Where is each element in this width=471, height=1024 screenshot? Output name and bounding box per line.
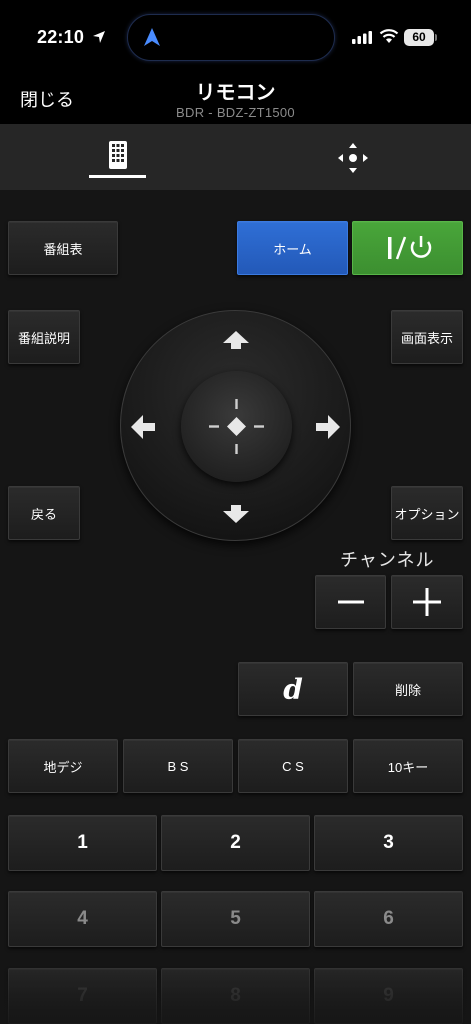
numpad-key-9[interactable]: 9	[314, 968, 463, 1024]
dynamic-island[interactable]	[127, 14, 335, 61]
cs-button[interactable]: C S	[238, 739, 348, 793]
d-button[interactable]: d	[238, 662, 348, 716]
terrestrial-label: 地デジ	[43, 759, 83, 775]
remote-grid-icon	[109, 141, 127, 169]
location-arrow-icon	[93, 31, 105, 43]
dpad-enter-button[interactable]	[181, 371, 292, 482]
dpad	[120, 310, 351, 541]
numpad-key-label: 1	[77, 832, 88, 853]
numpad-key-2[interactable]: 2	[161, 815, 310, 871]
back-label: 戻る	[30, 506, 57, 522]
dpad-up-arrow-icon[interactable]	[221, 329, 251, 353]
epg-label: 番組表	[43, 241, 83, 257]
power-icon	[387, 236, 431, 260]
dpad-down-arrow-icon[interactable]	[221, 501, 251, 525]
status-bar: 22:10 60	[0, 0, 471, 76]
plus-icon	[413, 588, 441, 616]
back-button[interactable]: 戻る	[8, 486, 80, 540]
numpad-key-5[interactable]: 5	[161, 891, 310, 947]
channel-minus-button[interactable]	[315, 575, 386, 629]
numpad-key-6[interactable]: 6	[314, 891, 463, 947]
numpad-key-3[interactable]: 3	[314, 815, 463, 871]
wifi-icon	[379, 29, 399, 43]
ten-key-label: 10キー	[387, 759, 429, 775]
numpad-key-label: 3	[383, 832, 394, 853]
epg-button[interactable]: 番組表	[8, 221, 118, 275]
status-time: 22:10	[37, 27, 85, 47]
navigation-arrow-icon	[144, 28, 160, 46]
options-button[interactable]: オプション	[391, 486, 463, 540]
dpad-right-arrow-icon[interactable]	[314, 414, 342, 440]
tab-remote[interactable]	[58, 124, 178, 190]
battery-tip	[435, 34, 437, 41]
minus-icon	[337, 600, 364, 604]
home-button[interactable]: ホーム	[237, 221, 348, 275]
display-button[interactable]: 画面表示	[391, 310, 463, 364]
tab-bar	[0, 124, 471, 190]
dpad-left-arrow-icon[interactable]	[129, 414, 157, 440]
header: 閉じる リモコン BDR - BDZ-ZT1500	[0, 76, 471, 124]
channel-plus-button[interactable]	[391, 575, 463, 629]
tab-dpad[interactable]	[293, 124, 413, 190]
numpad-key-label: 5	[230, 908, 241, 929]
page-title: リモコン	[195, 82, 276, 104]
numpad-key-7[interactable]: 7	[8, 968, 157, 1024]
program-info-label: 番組説明	[17, 330, 70, 346]
terrestrial-button[interactable]: 地デジ	[8, 739, 118, 793]
program-info-button[interactable]: 番組説明	[8, 310, 80, 364]
numpad-key-label: 4	[77, 908, 88, 929]
numpad-key-1[interactable]: 1	[8, 815, 157, 871]
numpad-key-label: 9	[383, 985, 394, 1006]
delete-label: 削除	[394, 682, 421, 698]
numpad-key-4[interactable]: 4	[8, 891, 157, 947]
numpad-key-label: 6	[383, 908, 394, 929]
d-button-label: d	[283, 672, 303, 706]
battery-indicator: 60	[404, 29, 434, 46]
numpad-key-8[interactable]: 8	[161, 968, 310, 1024]
numpad-key-label: 8	[230, 985, 241, 1006]
bs-button[interactable]: B S	[123, 739, 233, 793]
display-label: 画面表示	[400, 330, 453, 346]
delete-button[interactable]: 削除	[353, 662, 463, 716]
channel-label: チャンネル	[340, 550, 435, 570]
numpad-key-label: 7	[77, 985, 88, 1006]
enter-target-icon	[209, 399, 264, 454]
numpad-key-label: 2	[230, 832, 241, 853]
dpad-icon	[338, 143, 368, 173]
power-button[interactable]	[352, 221, 463, 275]
cs-label: C S	[282, 758, 304, 774]
tab-active-indicator	[89, 175, 146, 178]
options-label: オプション	[394, 506, 460, 522]
ten-key-button[interactable]: 10キー	[353, 739, 463, 793]
home-label: ホーム	[273, 241, 312, 257]
device-subtitle: BDR - BDZ-ZT1500	[176, 105, 295, 120]
bs-label: B S	[167, 758, 189, 774]
cellular-signal-icon	[352, 31, 372, 44]
